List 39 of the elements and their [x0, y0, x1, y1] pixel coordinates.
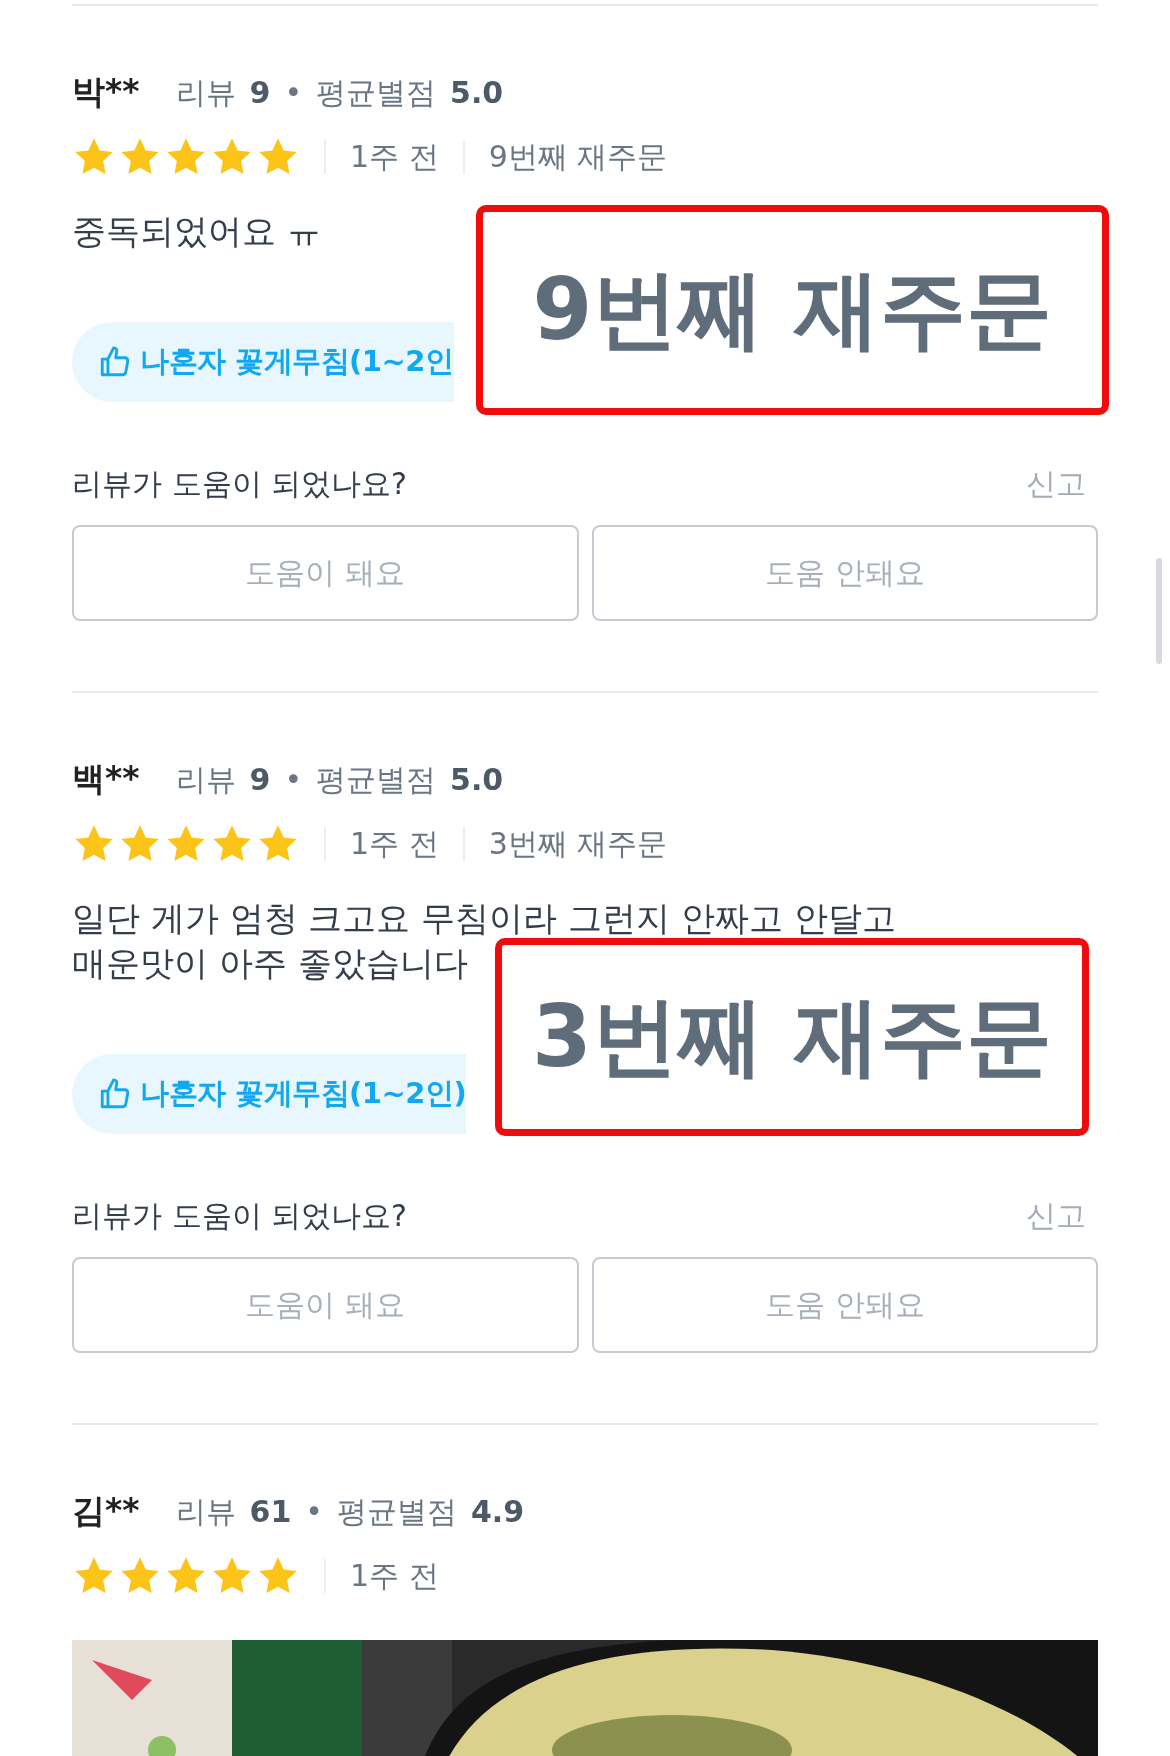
review-label: 리뷰 [175, 1493, 236, 1531]
average-rating: 5.0 [450, 762, 504, 797]
reviewer-name: 김** [72, 1490, 140, 1532]
average-rating: 5.0 [450, 75, 504, 110]
separator-dot: • [305, 1494, 323, 1529]
not-helpful-button[interactable]: 도움 안돼요 [591, 1257, 1098, 1353]
reorder-count: 3번째 재주문 [488, 824, 668, 863]
not-helpful-button[interactable]: 도움 안돼요 [591, 525, 1098, 621]
review-count: 61 [249, 1494, 292, 1529]
review-time: 1주 전 [350, 1556, 439, 1595]
review-label: 리뷰 [175, 74, 236, 112]
report-link[interactable]: 신고 [1026, 464, 1086, 505]
separator-dot: • [284, 75, 303, 110]
helpful-button[interactable]: 도움이 돼요 [72, 1257, 579, 1353]
reviewer-name: 박** [72, 71, 140, 113]
reorder-callout: 3번째 재주문 [495, 938, 1089, 1136]
menu-chip[interactable]: 나혼자 꽃게무침(1~2인) [72, 1054, 467, 1134]
reviewer-name: 백** [72, 758, 140, 800]
scrollbar[interactable] [1156, 558, 1162, 664]
review-count: 9 [249, 75, 271, 110]
thumbs-up-icon [98, 345, 132, 379]
menu-chip[interactable]: 나혼자 꽃게무침(1~2인 [72, 322, 454, 402]
review-text: 중독되었어요 ㅠ [72, 210, 322, 253]
thumbs-up-icon [98, 1077, 132, 1111]
reorder-callout: 9번째 재주문 [476, 205, 1109, 415]
helpful-question: 리뷰가 도움이 되었나요? [72, 1197, 407, 1235]
review-count: 9 [249, 762, 271, 797]
reorder-count: 9번째 재주문 [488, 137, 668, 176]
average-rating: 4.9 [470, 1494, 525, 1529]
review-label: 리뷰 [175, 761, 236, 799]
helpful-question: 리뷰가 도움이 되었나요? [72, 465, 407, 503]
rating-label: 평균별점 [316, 74, 437, 112]
rating-label: 평균별점 [316, 761, 437, 799]
review-time: 1주 전 [350, 824, 439, 863]
helpful-button[interactable]: 도움이 돼요 [72, 525, 579, 621]
rating-label: 평균별점 [336, 1493, 457, 1531]
report-link[interactable]: 신고 [1026, 1196, 1086, 1237]
review-time: 1주 전 [350, 137, 439, 176]
separator-dot: • [284, 762, 303, 797]
